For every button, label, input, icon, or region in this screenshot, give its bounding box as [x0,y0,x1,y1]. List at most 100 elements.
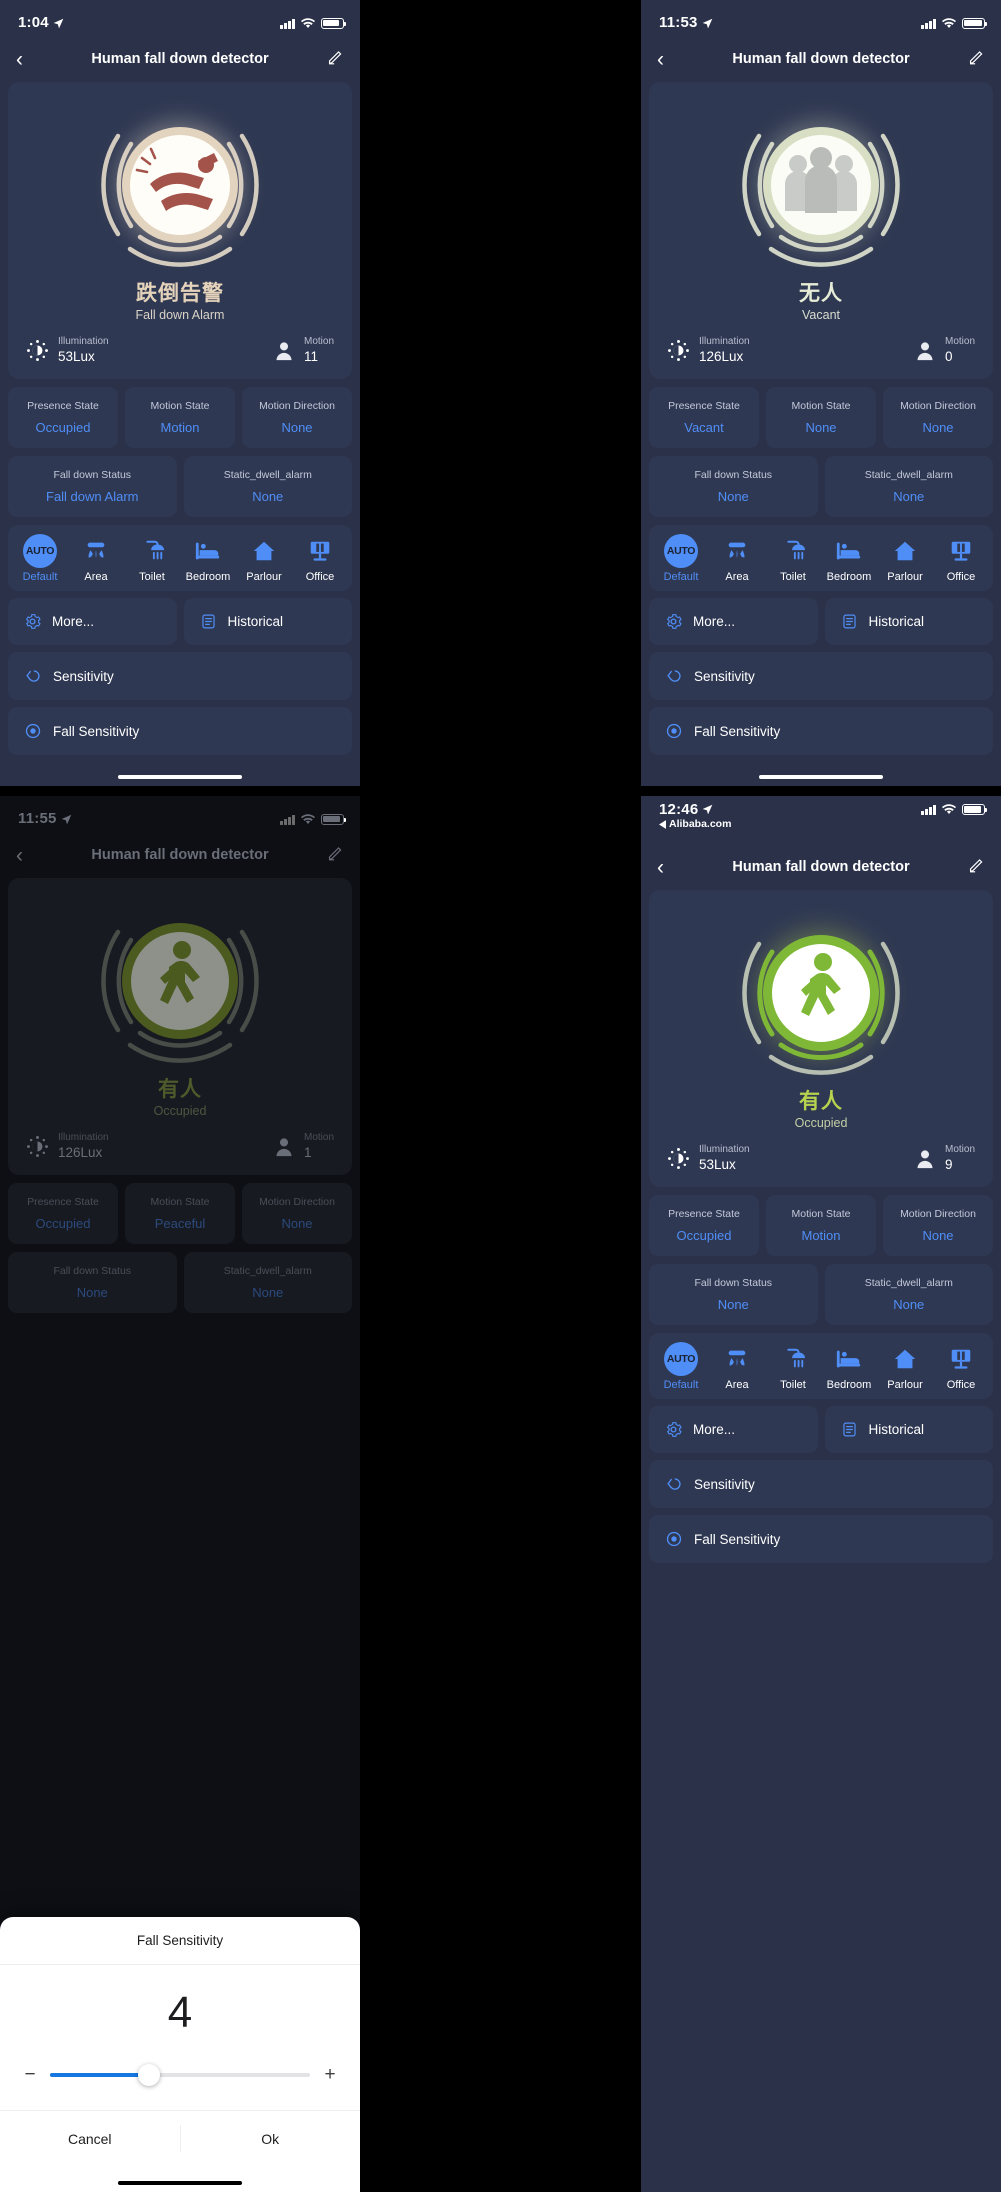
mode-parlour[interactable]: Parlour [877,1344,933,1391]
fall-sensitivity-row[interactable]: Fall Sensitivity [649,707,993,756]
mode-default[interactable]: AUTO Default [12,534,68,583]
mode-toilet[interactable]: Toilet [765,1344,821,1391]
fall-down-status-value: None [717,489,749,505]
fall-down-status-card[interactable]: Fall down Status None [649,456,818,518]
fall-down-status-card[interactable]: Fall down Status None [649,1264,818,1326]
edit-button[interactable] [327,844,344,866]
fall-down-status-value: None [76,1285,108,1301]
illumination-label: Illumination [699,1144,750,1155]
presence-state-label: Presence State [668,1208,740,1221]
more-row[interactable]: More... [649,598,818,646]
sensitivity-value: 4 [167,1988,193,2037]
fall-sensitivity-row[interactable]: Fall Sensitivity [8,707,352,756]
group-of-people-orb-icon [742,121,900,267]
mode-office[interactable]: Office [933,1344,989,1391]
presence-state-card[interactable]: Presence State Occupied [8,1183,118,1245]
static-dwell-alarm-value: None [893,1297,925,1313]
mode-default-label: Default [663,1379,699,1392]
static-dwell-alarm-value: None [893,489,925,505]
mode-bedroom[interactable]: Bedroom [821,536,877,583]
illumination-label: Illumination [58,1132,109,1143]
house-icon [253,542,275,561]
presence-state-card[interactable]: Presence State Vacant [649,387,759,449]
edit-button[interactable] [968,856,985,878]
back-button[interactable]: ‹ [657,49,664,70]
static-dwell-alarm-card[interactable]: Static_dwell_alarm None [183,456,352,518]
increment-button[interactable]: + [324,2065,336,2084]
mode-area[interactable]: Area [68,536,124,583]
mode-office[interactable]: Office [933,536,989,583]
motion-direction-card[interactable]: Motion Direction None [242,387,352,449]
fall-down-status-card[interactable]: Fall down Status Fall down Alarm [8,456,177,518]
sensitivity-row[interactable]: Sensitivity [649,1460,993,1509]
static-dwell-alarm-card[interactable]: Static_dwell_alarm None [824,456,993,518]
historical-row[interactable]: Historical [824,598,993,646]
sensitivity-label: Sensitivity [694,1476,755,1492]
static-dwell-alarm-label: Static_dwell_alarm [864,1277,953,1290]
motion-state-card[interactable]: Motion State Peaceful [125,1183,235,1245]
motion-direction-card[interactable]: Motion Direction None [883,387,993,449]
motion-state-card[interactable]: Motion State Motion [766,1195,876,1257]
back-button[interactable]: ‹ [16,845,23,866]
back-button[interactable]: ‹ [657,857,664,878]
sensitivity-slider[interactable] [50,2063,310,2086]
house-icon [894,1350,916,1369]
more-label: More... [693,1422,736,1438]
mode-area[interactable]: Area [709,536,765,583]
mode-toilet[interactable]: Toilet [124,536,180,583]
ok-button[interactable]: Ok [180,2111,360,2166]
historical-row[interactable]: Historical [824,1406,993,1454]
more-row[interactable]: More... [649,1406,818,1454]
edit-button[interactable] [968,48,985,70]
metrics-row: Illumination 53Lux Motion 9 [649,1130,993,1175]
presence-state-card[interactable]: Presence State Occupied [8,387,118,449]
status-time: 1:04 [18,15,64,31]
sensitivity-row[interactable]: Sensitivity [649,652,993,701]
motion-value: 11 [303,348,318,364]
phone-panel-4: 12:46 Alibaba.com ‹ Human fall down dete… [641,796,1001,2192]
mode-parlour[interactable]: Parlour [877,536,933,583]
motion-label: Motion [944,336,975,347]
motion-state-card[interactable]: Motion State Motion [125,387,235,449]
historical-row[interactable]: Historical [183,598,352,646]
nav-bar: ‹ Human fall down detector [641,40,1001,78]
desk-monitor-icon [310,542,330,562]
state-cards-row-2: Fall down Status None Static_dwell_alarm… [0,1252,360,1314]
static-dwell-alarm-card[interactable]: Static_dwell_alarm None [183,1252,352,1314]
page-title: Human fall down detector [91,847,269,863]
status-orb [649,98,993,273]
mode-area[interactable]: Area [709,1344,765,1391]
mode-office[interactable]: Office [292,536,348,583]
hero-label: 有人 Occupied [8,1073,352,1118]
mode-bedroom[interactable]: Bedroom [821,1344,877,1391]
mode-parlour[interactable]: Parlour [236,536,292,583]
mode-default[interactable]: AUTO Default [653,534,709,583]
fall-sensitivity-row[interactable]: Fall Sensitivity [649,1515,993,1564]
illumination-label: Illumination [58,336,109,347]
mode-toilet[interactable]: Toilet [765,536,821,583]
angle-brackets-icon [26,670,40,683]
motion-direction-card[interactable]: Motion Direction None [883,1195,993,1257]
mode-bedroom[interactable]: Bedroom [180,536,236,583]
edit-button[interactable] [327,48,344,70]
angle-brackets-icon [667,670,681,683]
mode-default[interactable]: AUTO Default [653,1342,709,1392]
back-button[interactable]: ‹ [16,49,23,70]
motion-direction-card[interactable]: Motion Direction None [242,1183,352,1245]
static-dwell-alarm-card[interactable]: Static_dwell_alarm None [824,1264,993,1326]
cancel-button[interactable]: Cancel [0,2111,180,2166]
status-bar: 11:53 [641,0,1001,40]
fall-down-status-card[interactable]: Fall down Status None [8,1252,177,1314]
sensitivity-row[interactable]: Sensitivity [8,652,352,701]
status-bar: 11:55 [0,796,360,836]
pencil-icon [328,847,342,861]
status-back-app[interactable]: Alibaba.com [659,818,731,830]
decrement-button[interactable]: − [24,2065,36,2084]
hero-card: 跌倒告警 Fall down Alarm Illumination 53Lux … [8,82,352,380]
phone-panel-2: 11:53 ‹ Human fall down detector 无人 Vaca… [641,0,1001,786]
mode-toilet-label: Toilet [780,1379,806,1392]
slider-knob[interactable] [137,2063,160,2086]
presence-state-card[interactable]: Presence State Occupied [649,1195,759,1257]
motion-state-card[interactable]: Motion State None [766,387,876,449]
more-row[interactable]: More... [8,598,177,646]
